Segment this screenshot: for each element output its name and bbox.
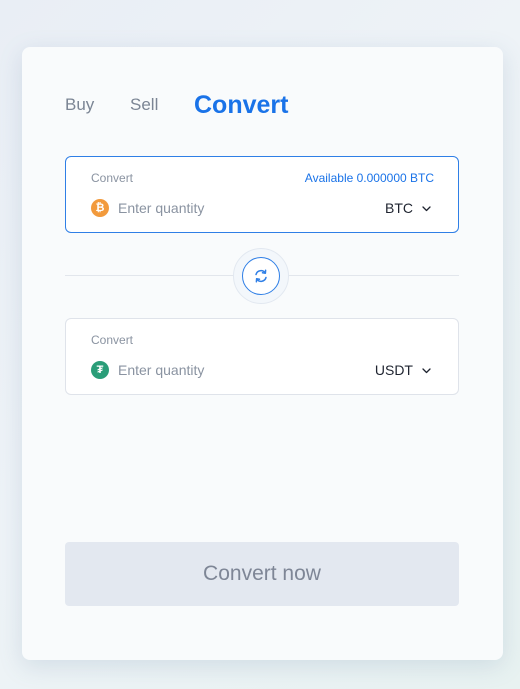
from-currency-label: BTC (385, 200, 413, 216)
chevron-down-icon (422, 205, 431, 211)
from-currency-select[interactable]: BTC (385, 198, 432, 218)
convert-now-button[interactable]: Convert now (65, 542, 459, 606)
swap-button-inner[interactable] (242, 257, 280, 295)
available-balance: Available 0.000000 BTC (304, 171, 434, 185)
from-quantity-input[interactable] (118, 197, 338, 219)
swap-icon (255, 269, 267, 283)
tab-convert[interactable]: Convert (194, 91, 288, 119)
tab-sell[interactable]: Sell (130, 91, 158, 119)
from-label: Convert (91, 171, 134, 185)
to-quantity-input[interactable] (118, 359, 338, 381)
to-currency-label: USDT (374, 362, 413, 378)
convert-card: Buy Sell Convert Convert Available 0.000… (22, 47, 503, 660)
bitcoin-icon: ₿ (91, 199, 109, 217)
to-label: Convert (91, 333, 134, 347)
tab-buy[interactable]: Buy (65, 91, 94, 119)
from-amount-box: Convert Available 0.000000 BTC ₿ BTC (65, 156, 459, 233)
chevron-down-icon (422, 367, 431, 373)
to-amount-box: Convert ₮ USDT (65, 318, 459, 395)
tether-icon: ₮ (91, 361, 109, 379)
swap-button[interactable] (233, 248, 289, 304)
to-currency-select[interactable]: USDT (375, 360, 432, 380)
